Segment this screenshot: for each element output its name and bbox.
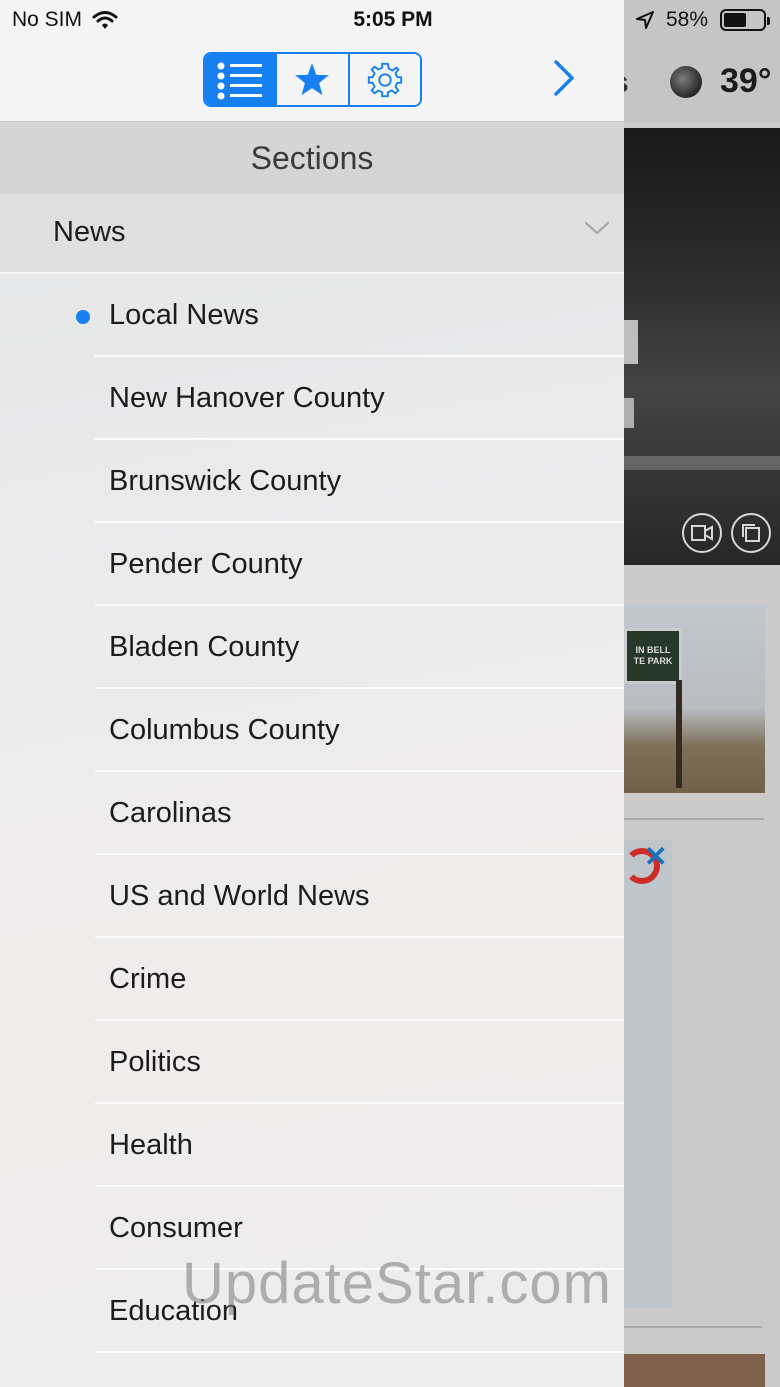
battery-percent: 58%	[665, 8, 708, 31]
section-item-label: Politics	[109, 1046, 201, 1078]
favorites-segment-button[interactable]	[277, 54, 350, 105]
section-item-label: Consumer	[109, 1212, 243, 1244]
section-group-label: News	[53, 216, 126, 248]
list-icon	[217, 62, 263, 99]
section-item-label: New Hanover County	[109, 382, 385, 414]
settings-segment-button[interactable]	[349, 54, 420, 105]
section-item-health[interactable]: Health	[0, 1104, 624, 1187]
section-item-label: Health	[109, 1129, 193, 1161]
battery-level	[724, 13, 747, 27]
section-item-label: Crime	[109, 963, 187, 995]
location-arrow-icon	[635, 11, 654, 29]
separator	[95, 1351, 624, 1353]
section-item-label: Brunswick County	[109, 465, 342, 497]
section-item-label: Local News	[109, 299, 259, 331]
status-bar: No SIM 5:05 PM 58%	[0, 0, 780, 40]
section-item-crime[interactable]: Crime	[0, 938, 624, 1021]
section-list: Local News New Hanover County Brunswick …	[0, 274, 624, 1353]
section-item-columbus-county[interactable]: Columbus County	[0, 689, 624, 772]
sections-drawer: Sections News Local News New Hanover Cou…	[0, 0, 624, 1387]
section-item-politics[interactable]: Politics	[0, 1021, 624, 1104]
section-group-news[interactable]: News	[0, 194, 624, 274]
gear-icon	[367, 62, 402, 97]
section-item-bladen-county[interactable]: Bladen County	[0, 606, 624, 689]
section-item-label: Carolinas	[109, 797, 232, 829]
segmented-control	[203, 52, 422, 107]
section-item-pender-county[interactable]: Pender County	[0, 523, 624, 606]
section-item-new-hanover-county[interactable]: New Hanover County	[0, 357, 624, 440]
watermark: UpdateStar.com	[182, 1251, 612, 1316]
star-icon	[295, 62, 330, 95]
section-item-label: Bladen County	[109, 631, 300, 663]
status-right: 58%	[635, 8, 770, 32]
section-item-label: Columbus County	[109, 714, 340, 746]
sections-title: Sections	[0, 122, 624, 194]
chevron-right-icon[interactable]	[548, 58, 580, 98]
section-item-carolinas[interactable]: Carolinas	[0, 772, 624, 855]
section-item-us-and-world-news[interactable]: US and World News	[0, 855, 624, 938]
battery-icon	[720, 9, 770, 31]
selected-indicator-icon	[76, 310, 90, 324]
section-item-label: US and World News	[109, 880, 370, 912]
list-segment-button[interactable]	[205, 54, 278, 105]
section-item-brunswick-county[interactable]: Brunswick County	[0, 440, 624, 523]
section-item-local-news[interactable]: Local News	[0, 274, 624, 357]
battery-nub	[767, 17, 770, 25]
chevron-down-icon	[584, 221, 610, 235]
section-item-label: Pender County	[109, 548, 303, 580]
